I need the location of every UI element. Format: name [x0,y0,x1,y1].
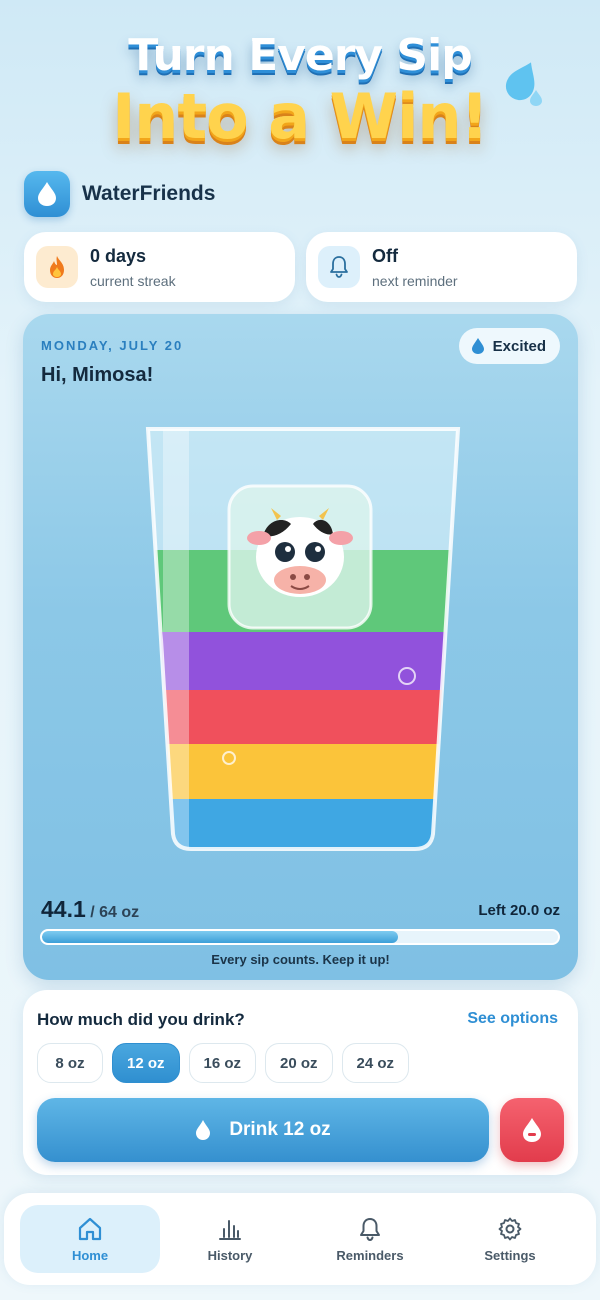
cow-mascot-icon [227,484,373,630]
tab-history[interactable]: History [160,1205,300,1273]
hero-banner: Turn Every Sip Into a Win! [0,22,600,172]
bell-icon [360,1217,380,1241]
drink-button[interactable]: Drink 12 oz [37,1098,489,1162]
water-glass [145,427,461,851]
amount-option-12oz[interactable]: 12 oz [112,1043,180,1083]
app-brand: WaterFriends [24,170,215,218]
mood-label: Excited [492,337,546,355]
reminder-card[interactable]: Off next reminder [306,232,577,302]
app-name: WaterFriends [82,182,216,205]
drink-question: How much did you drink? [37,1010,245,1029]
hydration-card: MONDAY, JULY 20 Hi, Mimosa! Excited 44.1… [23,314,578,980]
flame-icon [36,246,78,288]
encouragement-text: Every sip counts. Keep it up! [211,952,390,967]
intake-amount: 44.1 [41,896,86,922]
water-splash-icon [505,62,542,106]
reminder-value: Off [372,245,398,266]
tab-history-label: History [207,1247,253,1263]
see-options-link[interactable]: See options [467,1010,558,1028]
minus-drop-icon [523,1118,541,1142]
tab-home-label: Home [71,1247,109,1263]
remaining-amount: Left 20.0 oz [478,902,560,919]
streak-card: 0 days current streak [24,232,295,302]
water-drop-icon [24,171,70,217]
streak-label: current streak [90,272,176,289]
tab-home[interactable]: Home [20,1205,160,1273]
tab-reminders-label: Reminders [336,1247,404,1263]
reminder-label: next reminder [372,272,458,289]
amount-option-24oz[interactable]: 24 oz [341,1043,410,1083]
mood-badge[interactable]: Excited [458,328,560,364]
greeting: Hi, Mimosa! [41,364,154,386]
date-label: MONDAY, JULY 20 [41,338,184,353]
bottom-tab-bar: Home History Reminders Settings [4,1193,596,1285]
tab-settings-label: Settings [484,1247,536,1263]
gear-icon [498,1217,522,1240]
intake-goal: / 64 oz [90,904,140,921]
amount-option-16oz[interactable]: 16 oz [188,1043,257,1083]
tab-reminders[interactable]: Reminders [300,1205,440,1273]
home-icon [78,1217,102,1240]
streak-value: 0 days [90,245,147,266]
chart-icon [219,1219,241,1240]
bell-icon [318,246,360,288]
tab-settings[interactable]: Settings [440,1205,580,1273]
intake-readout: 44.1 / 64 oz [41,896,139,923]
drink-card: How much did you drink? See options 8 oz… [23,990,578,1175]
progress-fill [42,931,399,943]
amount-options: 8 oz 12 oz 16 oz 20 oz 24 oz [37,1043,418,1083]
water-drop-icon [196,1120,211,1140]
amount-option-20oz[interactable]: 20 oz [265,1043,333,1083]
remove-drink-button[interactable] [500,1098,564,1162]
amount-option-8oz[interactable]: 8 oz [37,1043,103,1083]
drink-button-label: Drink 12 oz [229,1119,331,1140]
progress-bar [40,929,560,945]
water-drop-icon [471,338,484,354]
